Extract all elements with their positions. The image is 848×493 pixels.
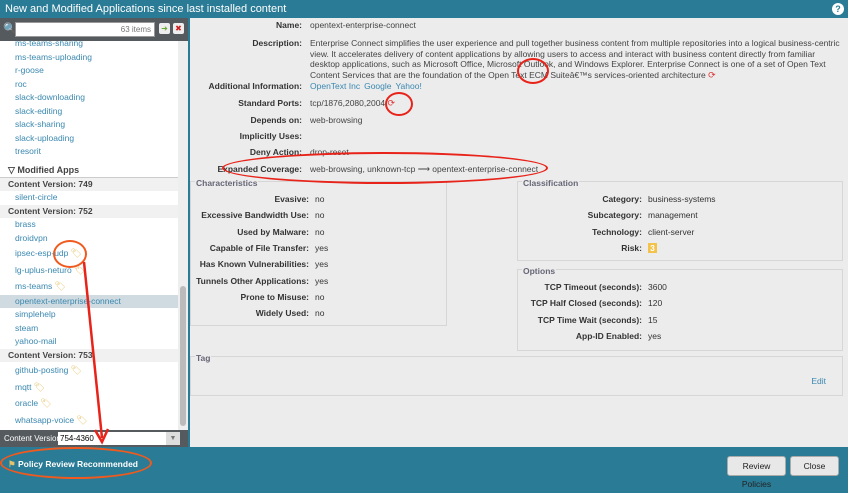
annotation-arrow xyxy=(82,261,110,445)
